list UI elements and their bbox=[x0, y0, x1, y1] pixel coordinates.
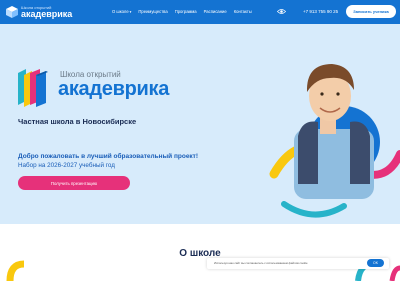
nav-about[interactable]: О школе bbox=[112, 9, 131, 15]
hero-section: Школа открытий акадеврика Частная школа … bbox=[0, 24, 400, 224]
nav-schedule[interactable]: Расписание bbox=[204, 9, 227, 15]
cookie-banner: Используя наш сайт вы соглашаетесь с исп… bbox=[207, 258, 389, 269]
nav-advantages[interactable]: Преимущества bbox=[138, 9, 167, 15]
phone-link[interactable]: +7 913 755 90 25 bbox=[303, 9, 338, 15]
cookie-ok-button[interactable]: OK bbox=[367, 259, 384, 267]
logo-name: акадеврика bbox=[21, 9, 73, 19]
decorative-arcs bbox=[6, 260, 400, 281]
hero-brand-name: акадеврика bbox=[58, 78, 170, 100]
logo-cube-icon bbox=[6, 6, 18, 18]
hero-enroll-year: Набор на 2026-2027 учебный год bbox=[18, 162, 115, 169]
books-logo-icon bbox=[18, 69, 48, 107]
main-nav: О школе Преимущества Программа Расписани… bbox=[112, 9, 252, 15]
nav-contacts[interactable]: Контакты bbox=[234, 9, 252, 15]
site-header: Школа открытий акадеврика О школе Преиму… bbox=[0, 0, 400, 24]
nav-program[interactable]: Программа bbox=[175, 9, 197, 15]
eye-icon[interactable] bbox=[277, 8, 286, 15]
hero-welcome: Добро пожаловать в лучший образовательны… bbox=[18, 153, 199, 160]
enroll-student-button[interactable]: Записать ученика bbox=[346, 5, 396, 18]
header-logo[interactable]: Школа открытий акадеврика bbox=[6, 4, 72, 20]
get-presentation-button[interactable]: Получить презентацию bbox=[18, 176, 130, 190]
hero-tagline: Частная школа в Новосибирске bbox=[18, 117, 137, 126]
cookie-text: Используя наш сайт вы соглашаетесь с исп… bbox=[214, 261, 308, 265]
student-illustration bbox=[269, 64, 400, 218]
